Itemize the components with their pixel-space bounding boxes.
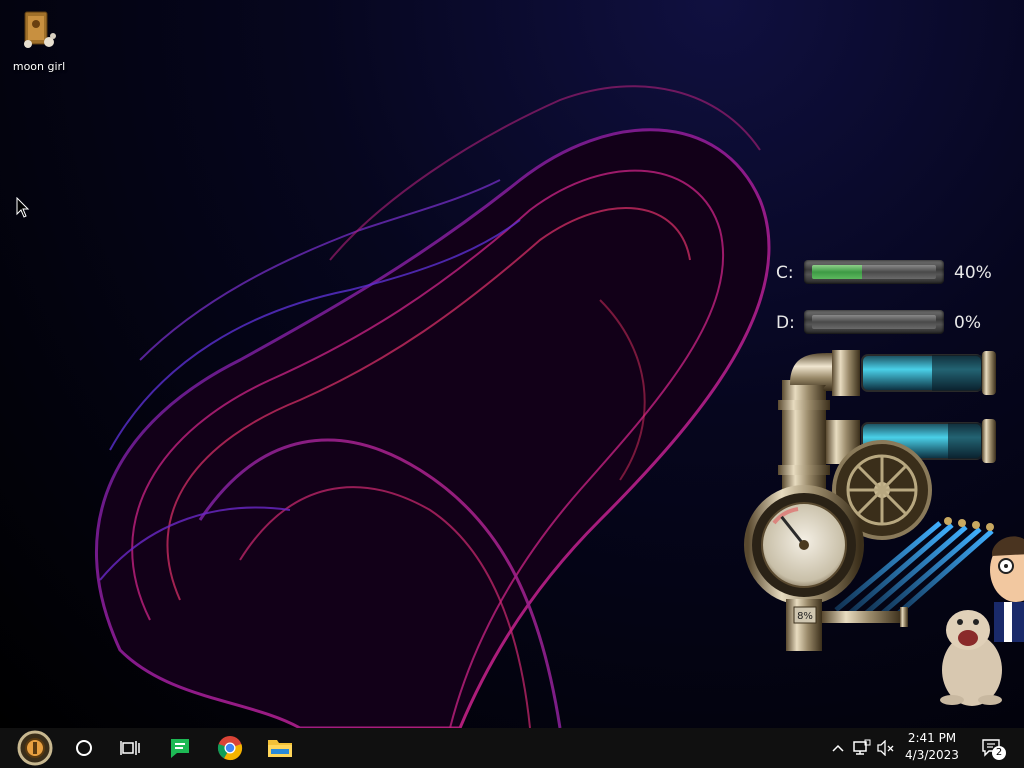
cortana-icon	[76, 740, 92, 756]
chevron-up-icon	[832, 744, 844, 752]
cortana-button[interactable]	[62, 728, 106, 768]
drive-letter: C:	[776, 263, 794, 283]
chat-app-icon	[171, 739, 189, 758]
clock-date: 4/3/2023	[905, 748, 959, 762]
notification-count-badge: 2	[992, 746, 1006, 760]
task-view-icon	[120, 741, 140, 755]
drive-usage-fill	[812, 265, 862, 279]
mouse-cursor-icon	[16, 196, 30, 223]
chrome-icon	[217, 736, 243, 761]
drive-tube	[804, 260, 944, 284]
taskbar-chrome[interactable]	[208, 728, 252, 768]
drive-letter: D:	[776, 313, 795, 333]
taskbar-chat-app[interactable]	[158, 728, 202, 768]
network-icon	[853, 739, 871, 755]
drive-tube	[804, 310, 944, 334]
start-button[interactable]	[12, 728, 58, 768]
network-status-button[interactable]	[850, 728, 874, 768]
volume-button[interactable]	[874, 728, 898, 768]
show-hidden-icons-button[interactable]	[828, 728, 848, 768]
drive-percent: 0%	[954, 313, 981, 333]
clock-time: 2:41 PM	[907, 731, 957, 745]
file-explorer-icon	[268, 740, 292, 757]
desktop[interactable]: moon girl C: 40% D: 0% 8%	[0, 0, 1024, 728]
desktop-icon-label: moon girl	[12, 60, 66, 73]
volume-muted-icon	[877, 740, 894, 756]
taskbar: 2:41 PM 4/3/2023 2	[0, 728, 1024, 768]
desktop-icon-moon-girl[interactable]: moon girl	[6, 8, 72, 73]
start-icon	[17, 730, 53, 766]
drive-meter-d: D: 0%	[776, 308, 1006, 338]
hamster-character-icon	[940, 610, 1002, 706]
drive-meter-c: C: 40%	[776, 258, 1006, 288]
taskbar-clock[interactable]: 2:41 PM 4/3/2023	[900, 730, 964, 766]
task-view-button[interactable]	[108, 728, 152, 768]
notification-center-button[interactable]: 2	[972, 728, 1012, 768]
folder-icon	[19, 8, 59, 52]
taskbar-file-explorer[interactable]	[258, 728, 302, 768]
drive-percent: 40%	[954, 263, 992, 283]
gauge-readout: 8%	[797, 611, 813, 622]
